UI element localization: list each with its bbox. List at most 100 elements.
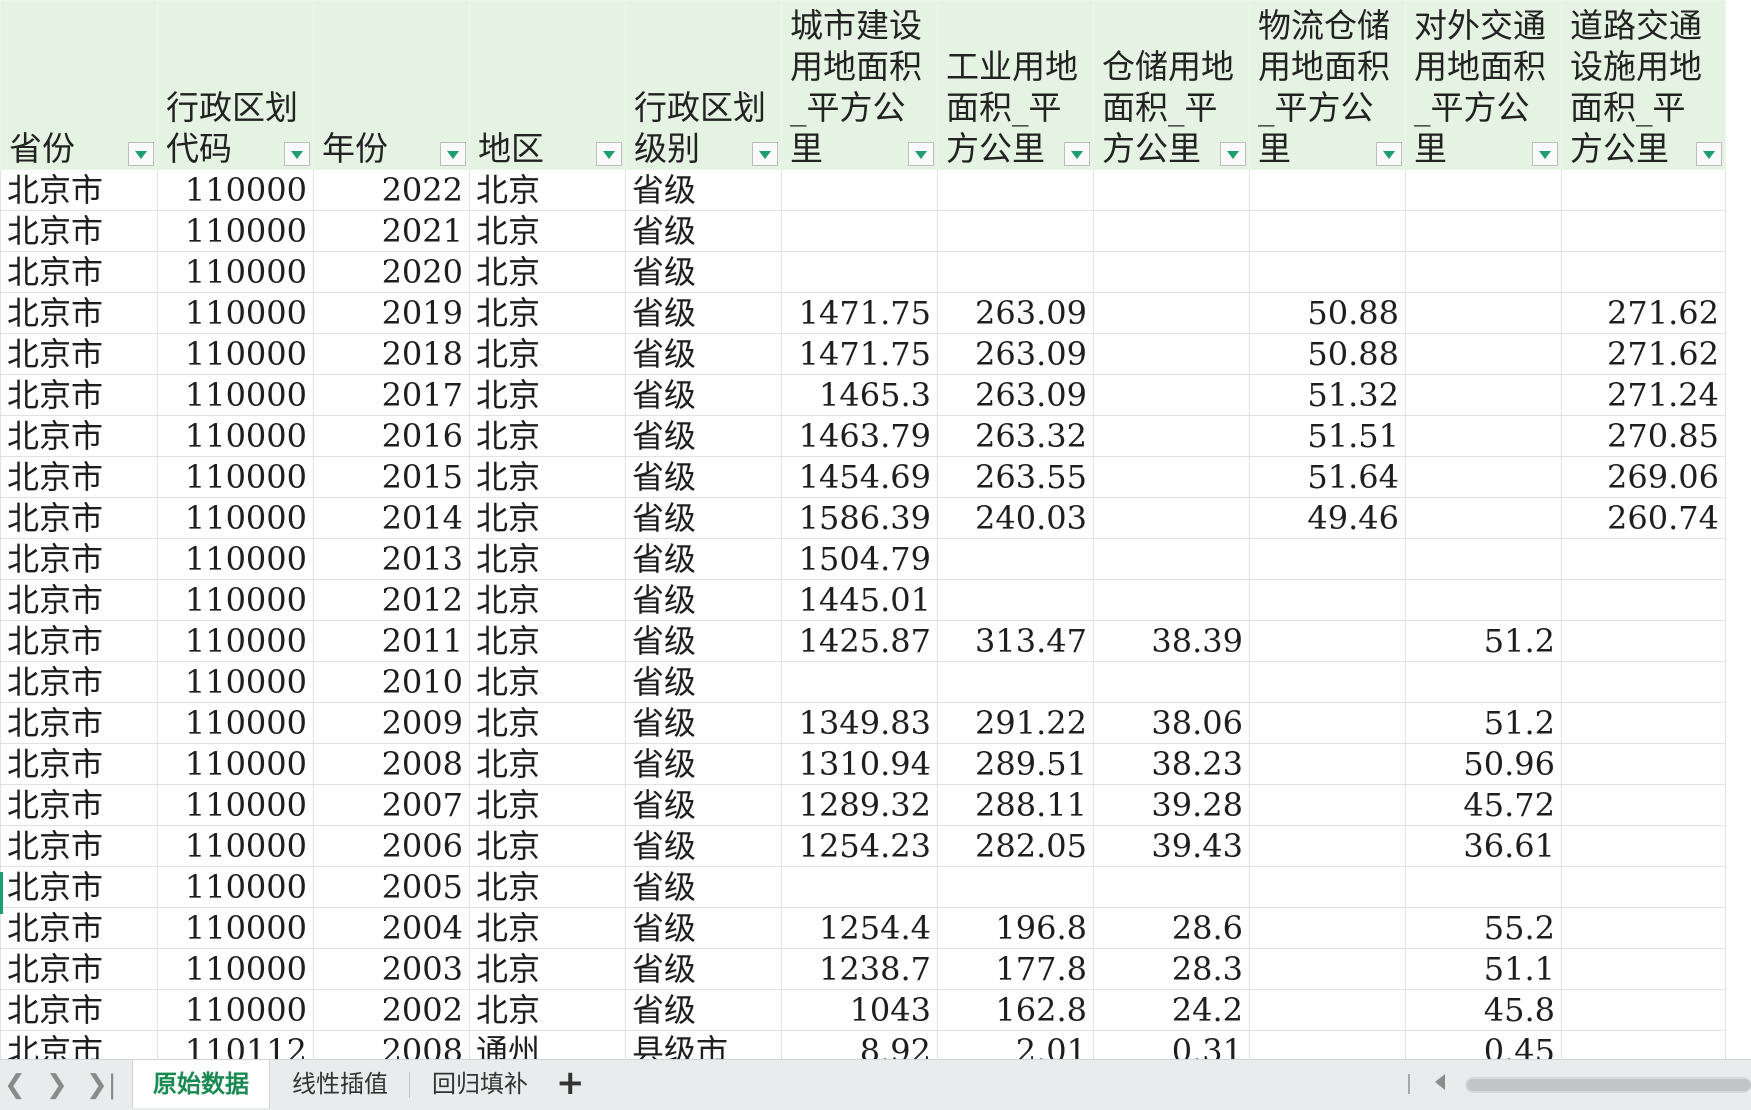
table-cell[interactable]: [1561, 538, 1726, 580]
table-cell[interactable]: 省级: [625, 333, 782, 375]
table-cell[interactable]: 省级: [625, 415, 782, 457]
table-cell[interactable]: 北京: [469, 251, 626, 293]
table-cell[interactable]: [1093, 251, 1250, 293]
table-cell[interactable]: 1289.32: [781, 784, 938, 826]
table-cell[interactable]: 2006: [313, 825, 470, 867]
table-cell[interactable]: [1093, 456, 1250, 498]
table-cell[interactable]: 45.8: [1405, 989, 1562, 1031]
table-cell[interactable]: [1249, 251, 1406, 293]
filter-dropdown-icon[interactable]: [1220, 142, 1246, 166]
table-cell[interactable]: 51.2: [1405, 702, 1562, 744]
table-cell[interactable]: 110000: [157, 210, 314, 252]
table-cell[interactable]: 北京: [469, 948, 626, 990]
table-cell[interactable]: 北京市: [0, 456, 158, 498]
table-cell[interactable]: 271.24: [1561, 374, 1726, 416]
sheet-tab-regression-fill[interactable]: 回归填补: [412, 1060, 548, 1108]
table-cell[interactable]: 51.2: [1405, 620, 1562, 662]
table-cell[interactable]: 北京市: [0, 907, 158, 949]
table-cell[interactable]: 263.09: [937, 333, 1094, 375]
table-cell[interactable]: 110000: [157, 989, 314, 1031]
table-cell[interactable]: [1093, 538, 1250, 580]
table-cell[interactable]: 51.51: [1249, 415, 1406, 457]
table-cell[interactable]: 313.47: [937, 620, 1094, 662]
table-cell[interactable]: 49.46: [1249, 497, 1406, 539]
table-cell[interactable]: [1561, 169, 1726, 211]
table-cell[interactable]: 110000: [157, 333, 314, 375]
table-cell[interactable]: 北京市: [0, 579, 158, 621]
table-cell[interactable]: 北京: [469, 620, 626, 662]
table-cell[interactable]: [1561, 784, 1726, 826]
next-sheet-icon[interactable]: ❯: [46, 1072, 68, 1098]
table-cell[interactable]: 1586.39: [781, 497, 938, 539]
table-cell[interactable]: 2017: [313, 374, 470, 416]
table-cell[interactable]: 北京: [469, 374, 626, 416]
table-cell[interactable]: [1561, 743, 1726, 785]
table-cell[interactable]: [937, 538, 1094, 580]
spreadsheet-grid[interactable]: 省份 行政区划代码 年份 地区 行政区划级别 城市建设用地面积_平方公里 工业用地面积_平方…: [0, 0, 1751, 1059]
table-cell[interactable]: 北京市: [0, 620, 158, 662]
table-cell[interactable]: 2.01: [937, 1030, 1094, 1059]
table-cell[interactable]: 省级: [625, 661, 782, 703]
column-header[interactable]: 行政区划级别: [625, 0, 782, 170]
table-cell[interactable]: 110000: [157, 456, 314, 498]
table-cell[interactable]: 289.51: [937, 743, 1094, 785]
filter-dropdown-icon[interactable]: [284, 142, 310, 166]
table-cell[interactable]: [1249, 948, 1406, 990]
table-cell[interactable]: [1561, 825, 1726, 867]
table-cell[interactable]: 北京市: [0, 292, 158, 334]
table-cell[interactable]: [1405, 374, 1562, 416]
filter-dropdown-icon[interactable]: [128, 142, 154, 166]
table-cell[interactable]: 北京市: [0, 866, 158, 908]
sheet-tab-original[interactable]: 原始数据: [132, 1060, 270, 1108]
table-cell[interactable]: 省级: [625, 210, 782, 252]
table-cell[interactable]: 177.8: [937, 948, 1094, 990]
table-cell[interactable]: 北京: [469, 661, 626, 703]
table-cell[interactable]: [1249, 661, 1406, 703]
table-cell[interactable]: 263.09: [937, 292, 1094, 334]
table-cell[interactable]: 110000: [157, 866, 314, 908]
table-cell[interactable]: 110000: [157, 743, 314, 785]
table-cell[interactable]: 北京: [469, 989, 626, 1031]
table-cell[interactable]: 1454.69: [781, 456, 938, 498]
table-cell[interactable]: 省级: [625, 743, 782, 785]
table-cell[interactable]: [1249, 702, 1406, 744]
table-cell[interactable]: 北京: [469, 292, 626, 334]
table-cell[interactable]: 2016: [313, 415, 470, 457]
table-cell[interactable]: 50.88: [1249, 333, 1406, 375]
table-cell[interactable]: 270.85: [1561, 415, 1726, 457]
table-cell[interactable]: 北京市: [0, 538, 158, 580]
table-cell[interactable]: [1561, 661, 1726, 703]
table-cell[interactable]: [1249, 907, 1406, 949]
table-cell[interactable]: 北京: [469, 907, 626, 949]
table-cell[interactable]: 2008: [313, 1030, 470, 1059]
table-cell[interactable]: [1093, 333, 1250, 375]
table-cell[interactable]: 110000: [157, 415, 314, 457]
table-cell[interactable]: 282.05: [937, 825, 1094, 867]
table-cell[interactable]: 51.64: [1249, 456, 1406, 498]
table-cell[interactable]: [781, 661, 938, 703]
table-cell[interactable]: 2015: [313, 456, 470, 498]
table-cell[interactable]: [1405, 538, 1562, 580]
filter-dropdown-icon[interactable]: [908, 142, 934, 166]
filter-dropdown-icon[interactable]: [1064, 142, 1090, 166]
table-cell[interactable]: 110000: [157, 497, 314, 539]
table-cell[interactable]: [1093, 169, 1250, 211]
table-cell[interactable]: [1249, 743, 1406, 785]
table-cell[interactable]: [1405, 497, 1562, 539]
table-cell[interactable]: 省级: [625, 989, 782, 1031]
table-cell[interactable]: [937, 251, 1094, 293]
table-cell[interactable]: 省级: [625, 456, 782, 498]
table-cell[interactable]: 0.31: [1093, 1030, 1250, 1059]
column-header[interactable]: 仓储用地面积_平方公里: [1093, 0, 1250, 170]
column-header[interactable]: 道路交通设施用地面积_平方公里: [1561, 0, 1726, 170]
column-header[interactable]: 物流仓储用地面积_平方公里: [1249, 0, 1406, 170]
table-cell[interactable]: 北京: [469, 743, 626, 785]
table-cell[interactable]: 271.62: [1561, 292, 1726, 334]
table-cell[interactable]: 省级: [625, 251, 782, 293]
table-cell[interactable]: 110000: [157, 169, 314, 211]
table-cell[interactable]: 1471.75: [781, 292, 938, 334]
table-cell[interactable]: 110000: [157, 702, 314, 744]
filter-dropdown-icon[interactable]: [1532, 142, 1558, 166]
table-cell[interactable]: [1405, 866, 1562, 908]
table-cell[interactable]: [1561, 907, 1726, 949]
